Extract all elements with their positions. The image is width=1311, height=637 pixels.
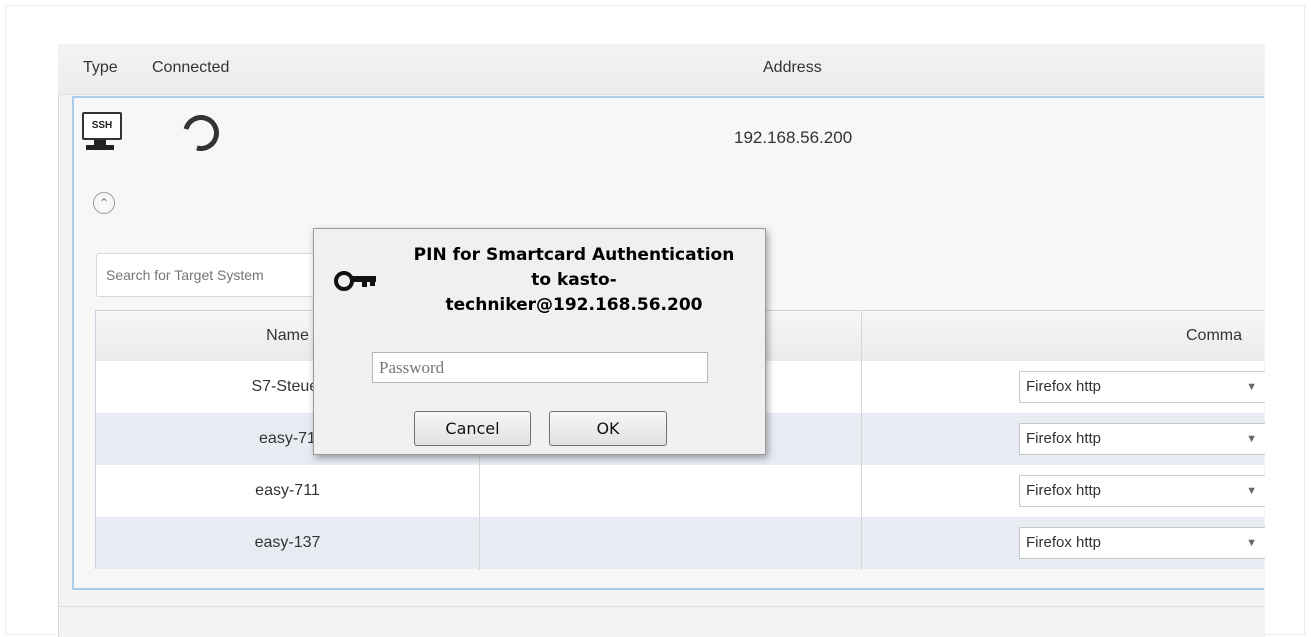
column-header-command[interactable]: Comma [1186,327,1242,345]
table-row[interactable]: easy-137 Firefox http ▼ [96,517,1265,569]
command-select[interactable]: Firefox http ▼ [1019,527,1265,559]
table-row[interactable]: easy-711 Firefox http ▼ [96,465,1265,517]
command-select[interactable]: Firefox http ▼ [1019,475,1265,507]
ok-button[interactable]: OK [549,411,667,446]
dialog-title: PIN for Smartcard Authentication to kast… [399,243,749,318]
dialog-title-line1: PIN for Smartcard Authentication [413,245,735,265]
header-connected[interactable]: Connected [152,59,229,77]
dropdown-arrow-icon[interactable]: ▼ [1246,528,1257,558]
command-select-value: Firefox http [1026,430,1102,447]
dialog-title-line3: techniker@192.168.56.200 [445,295,703,315]
monitor-base [86,145,114,150]
command-select[interactable]: Firefox http ▼ [1019,423,1265,455]
password-input[interactable] [372,352,708,383]
ssh-monitor-icon: SSH [80,110,126,154]
dropdown-arrow-icon[interactable]: ▼ [1246,424,1257,454]
header-type[interactable]: Type [83,59,118,77]
smartcard-pin-dialog: PIN for Smartcard Authentication to kast… [313,228,766,455]
command-select-value: Firefox http [1026,534,1102,551]
dropdown-arrow-icon[interactable]: ▼ [1246,372,1257,402]
row-name: easy-137 [254,534,321,551]
collapse-chevron-up-icon[interactable]: ⌃ [93,192,115,214]
command-select-value: Firefox http [1026,378,1102,395]
connections-header: Type Connected Address [58,44,1264,95]
command-select[interactable]: Firefox http ▼ [1019,371,1265,403]
header-address[interactable]: Address [763,59,822,77]
connection-address: 192.168.56.200 [734,128,853,147]
dropdown-arrow-icon[interactable]: ▼ [1246,476,1257,506]
column-divider [861,311,862,570]
dialog-title-line2: to kasto- [531,270,617,290]
key-icon [334,269,384,291]
target-system-search-input[interactable] [96,253,336,297]
command-select-value: Firefox http [1026,482,1102,499]
row-name: easy-711 [255,482,320,499]
panel-bottom-divider [58,606,1264,607]
ssh-badge: SSH [82,112,122,140]
cancel-button[interactable]: Cancel [414,411,531,446]
